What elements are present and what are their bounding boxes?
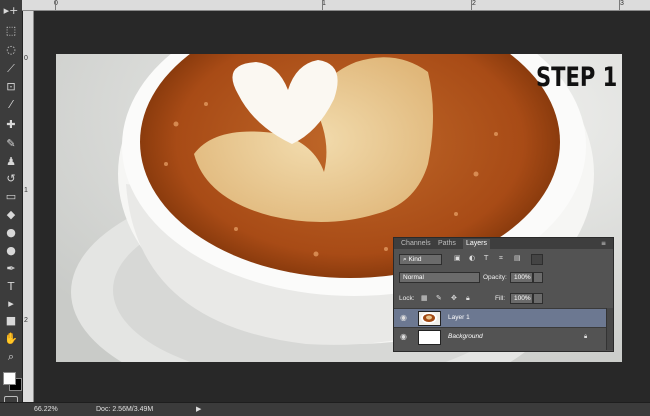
status-menu-arrow-icon[interactable]: ▶ [196,405,201,413]
layer-filter-select[interactable]: ⌕ Kind [399,254,442,265]
blend-mode-value: Normal [403,274,424,281]
lasso-tool-icon[interactable]: ◌ [3,43,19,57]
blend-mode-select[interactable]: Normal [399,272,480,283]
lock-position-icon[interactable]: ✥ [451,294,457,303]
lock-icon: 🔒︎ [584,333,588,340]
lock-transparent-icon[interactable]: ▦ [421,294,428,303]
opacity-label: Opacity: [483,274,507,281]
pixel-filter-icon[interactable]: ▣ [454,254,461,263]
type-filter-icon[interactable]: T [484,254,488,263]
brush-tool-icon[interactable]: ✎ [3,137,19,151]
ruler-label: 3 [620,0,624,7]
lock-image-icon[interactable]: ✎ [436,294,442,303]
tools-panel: ▸+ ⬚ ◌ ⟋ ⊡ ⁄ ✚ ✎ ♟ ↺ ▭ ◆ ● ● ✒ T ▸ ■ ✋ ⌕ [0,0,23,415]
layer-name: Background [448,333,483,340]
zoom-level[interactable]: 66.22% [34,406,58,413]
adjustment-filter-icon[interactable]: ◐ [469,254,475,263]
layers-panel: Channels Paths Layers ≡ ⌕ Kind ▣ ◐ T ⌗ ▤… [393,237,614,352]
layer-thumbnail [418,330,441,345]
fill-field[interactable]: 100% [510,293,533,304]
ruler-label: 2 [24,317,28,324]
lock-all-icon[interactable]: 🔒︎ [466,294,470,303]
ruler-label: 1 [24,187,28,194]
visibility-eye-icon[interactable]: ◉ [400,313,407,322]
document-size-info: Doc: 2.56M/3.49M [96,406,154,413]
lock-label: Lock: [399,295,415,302]
filter-kind-value: Kind [408,256,422,263]
fill-value: 100% [514,295,531,302]
dodge-tool-icon[interactable]: ● [3,244,19,258]
layer-thumbnail [418,311,441,326]
crop-tool-icon[interactable]: ⊡ [3,80,19,94]
clone-stamp-tool-icon[interactable]: ♟ [3,155,19,169]
fill-label: Fill: [495,295,506,302]
layer-row-layer-1[interactable]: ◉ Layer 1 [394,308,606,327]
vertical-ruler[interactable]: 0 1 2 [23,11,34,402]
horizontal-ruler[interactable]: 0 1 2 3 [22,0,650,11]
tab-paths[interactable]: Paths [435,239,459,249]
smart-object-filter-icon[interactable]: ▤ [514,254,521,263]
eraser-tool-icon[interactable]: ▭ [3,190,19,204]
marquee-tool-icon[interactable]: ⬚ [3,24,19,38]
history-brush-tool-icon[interactable]: ↺ [3,172,19,186]
opacity-field[interactable]: 100% [510,272,533,283]
healing-brush-tool-icon[interactable]: ✚ [3,118,19,132]
ruler-label: 0 [24,55,28,62]
hand-tool-icon[interactable]: ✋ [3,332,19,346]
panel-tab-bar: Channels Paths Layers ≡ [394,238,613,249]
visibility-eye-icon[interactable]: ◉ [400,332,407,341]
tab-channels[interactable]: Channels [398,239,434,249]
type-tool-icon[interactable]: T [3,280,19,294]
status-bar: 66.22% Doc: 2.56M/3.49M ▶ [0,402,650,416]
blur-tool-icon[interactable]: ● [3,226,19,240]
zoom-tool-icon[interactable]: ⌕ [3,350,19,364]
opacity-value: 100% [514,274,531,281]
tab-layers[interactable]: Layers [463,239,491,249]
opacity-dropdown[interactable] [533,272,543,283]
paint-bucket-tool-icon[interactable]: ◆ [3,208,19,222]
pen-tool-icon[interactable]: ✒ [3,262,19,276]
shape-tool-icon[interactable]: ■ [3,314,19,328]
fill-dropdown[interactable] [533,293,543,304]
foreground-color-swatch[interactable] [3,372,16,385]
layer-row-background[interactable]: ◉ Background 🔒︎ [394,327,606,346]
filter-toggle[interactable] [531,254,543,265]
layer-name: Layer 1 [448,314,470,321]
panel-menu-icon[interactable]: ≡ [601,239,606,248]
layers-scrollbar[interactable] [606,308,613,350]
move-tool-icon[interactable]: ▸+ [3,4,19,18]
quick-select-tool-icon[interactable]: ⟋ [3,62,19,76]
path-selection-tool-icon[interactable]: ▸ [3,297,19,311]
shape-filter-icon[interactable]: ⌗ [499,254,503,263]
ruler-label: 2 [472,0,476,7]
eyedropper-tool-icon[interactable]: ⁄ [3,98,19,112]
step-label: STEP 1 [536,62,618,93]
